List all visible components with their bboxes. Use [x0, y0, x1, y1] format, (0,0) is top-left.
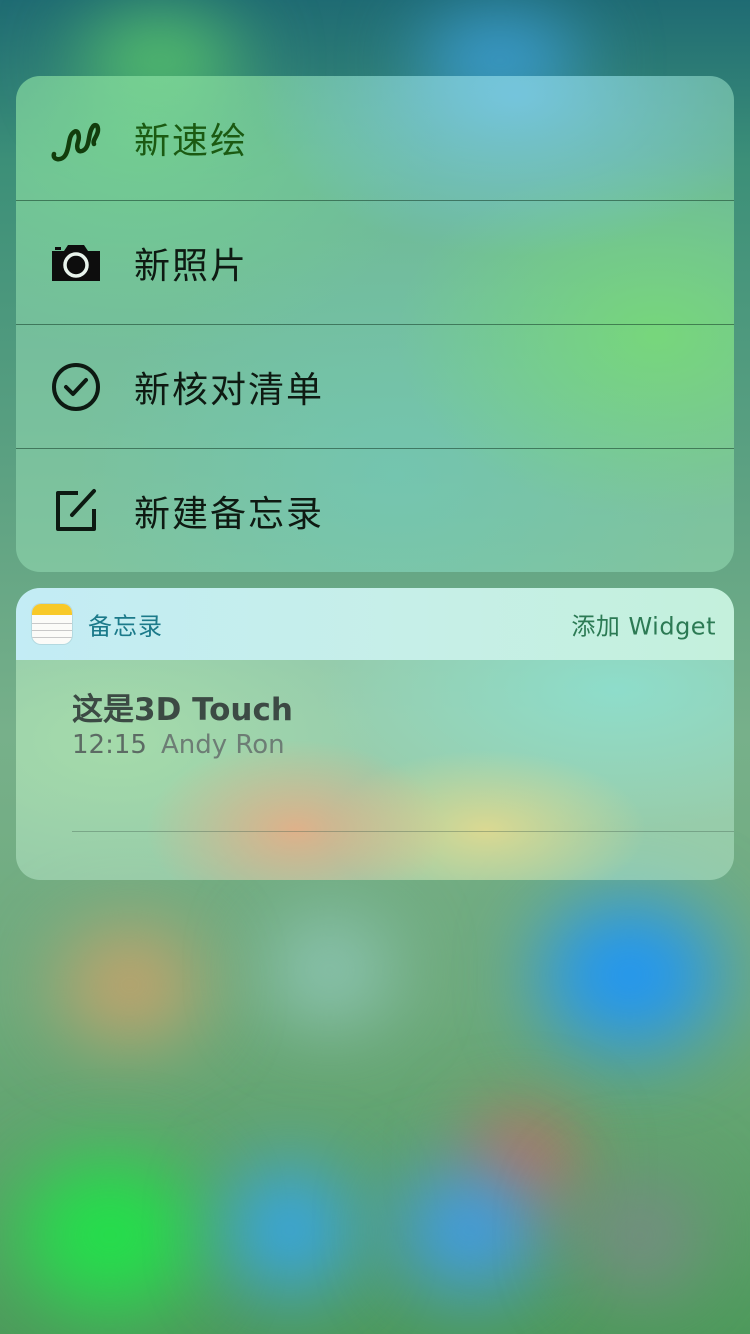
blurred-dock-icon: [20, 1160, 200, 1310]
quick-action-new-photo[interactable]: 新照片: [16, 200, 734, 325]
camera-icon: [48, 235, 104, 291]
quick-action-new-note[interactable]: 新建备忘录: [16, 448, 734, 572]
home-screen: 新速绘 新照片 新核对清单 新建备忘录 备忘录 添加 Widget 这是3D T…: [0, 0, 750, 1334]
quick-action-label: 新照片: [134, 246, 249, 287]
blurred-app-icon: [540, 900, 720, 1050]
quick-actions-menu: 新速绘 新照片 新核对清单 新建备忘录: [16, 76, 734, 572]
quick-action-label: 新核对清单: [134, 370, 325, 411]
note-divider: [72, 831, 734, 832]
quick-action-label: 新速绘: [134, 121, 249, 162]
blurred-app-icon: [270, 920, 390, 1020]
blurred-dock-icon: [400, 1170, 540, 1290]
note-author: Andy Ron: [160, 730, 285, 760]
notes-app-icon: [32, 604, 72, 644]
note-time: 12:15: [72, 730, 147, 760]
blurred-dock-icon: [580, 1180, 700, 1290]
blurred-app-icon: [60, 930, 200, 1040]
note-title[interactable]: 这是3D Touch: [72, 684, 293, 729]
blurred-dock-icon: [230, 1170, 350, 1290]
widget-header: 备忘录 添加 Widget: [16, 588, 734, 660]
widget-app-name: 备忘录: [88, 612, 163, 641]
note-meta: 12:15 Andy Ron: [72, 730, 285, 760]
quick-action-new-checklist[interactable]: 新核对清单: [16, 324, 734, 449]
squiggle-sketch-icon: [48, 110, 104, 166]
checkmark-circle-icon: [48, 359, 104, 415]
compose-icon: [48, 483, 104, 539]
quick-action-new-sketch[interactable]: 新速绘: [16, 76, 734, 200]
notes-widget: 备忘录 添加 Widget 这是3D Touch 12:15 Andy Ron: [16, 588, 734, 880]
quick-action-label: 新建备忘录: [134, 494, 325, 535]
add-widget-button[interactable]: 添加 Widget: [571, 607, 716, 642]
